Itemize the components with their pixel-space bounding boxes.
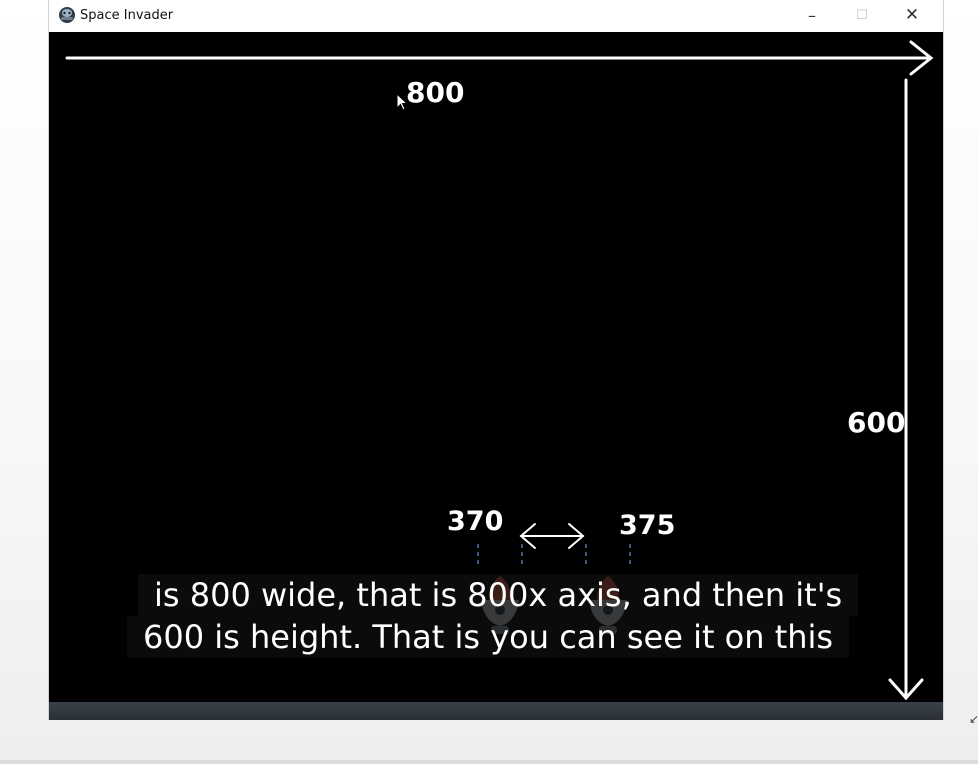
- height-arrow: [888, 78, 924, 701]
- screen-bottom-edge: [0, 760, 978, 764]
- resize-grip-icon: ↙: [969, 712, 978, 726]
- height-label: 600: [847, 406, 906, 439]
- title-bar[interactable]: Space Invader – ☐ ✕: [49, 0, 943, 32]
- close-button[interactable]: ✕: [889, 0, 935, 30]
- space-invader-icon: [59, 7, 75, 23]
- start-x-label: 370: [447, 506, 504, 537]
- caption-line-2: 600 is height. That is you can see it on…: [127, 616, 850, 658]
- end-x-label: 375: [619, 510, 676, 541]
- window-title: Space Invader: [80, 8, 174, 23]
- caption-line-1: is 800 wide, that is 800x axis, and then…: [138, 574, 859, 616]
- minimize-button[interactable]: –: [789, 0, 835, 30]
- width-label: 800: [406, 76, 465, 109]
- width-arrow: [65, 40, 934, 76]
- window-bottom-bar: [49, 702, 943, 720]
- maximize-button[interactable]: ☐: [839, 0, 885, 30]
